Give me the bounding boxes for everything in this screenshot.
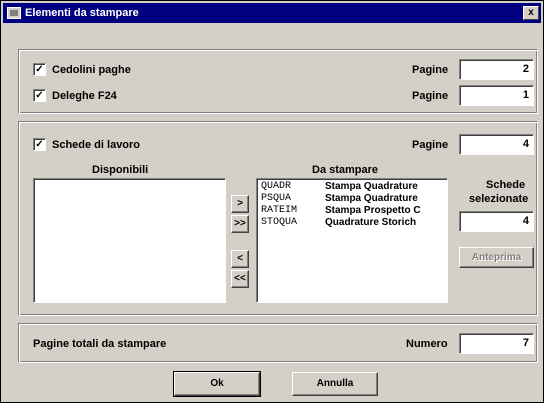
list-item[interactable]: RATEIM Stampa Prospetto C [261, 205, 447, 217]
selected-label-line1: Schede [486, 179, 526, 191]
selected-count-field: 4 [459, 211, 534, 232]
group-payroll: ✓ Cedolini paghe Pagine 2 ✓ Deleghe F24 … [18, 49, 538, 114]
f24-label: Deleghe F24 [52, 90, 117, 102]
add-button[interactable]: > [231, 195, 249, 213]
f24-pages-label: Pagine [412, 90, 449, 102]
print-elements-dialog: Elementi da stampare x ✓ Cedolini paghe … [0, 0, 544, 403]
ok-button[interactable]: Ok [173, 371, 261, 397]
worksheets-pages-field[interactable]: 4 [459, 134, 534, 155]
selected-label-line2: selezionate [469, 193, 529, 205]
available-list[interactable] [33, 178, 226, 303]
title-bar: Elementi da stampare x [3, 3, 541, 23]
to-print-title: Da stampare [312, 164, 379, 176]
f24-pages-field[interactable]: 1 [459, 85, 534, 106]
preview-button[interactable]: Anteprima [459, 247, 534, 268]
total-pages-label: Pagine totali da stampare [33, 338, 167, 350]
f24-checkbox[interactable]: ✓ [33, 89, 46, 102]
list-item[interactable]: PSQUA Stampa Quadrature [261, 193, 447, 205]
payslips-pages-label: Pagine [412, 64, 449, 76]
cancel-button[interactable]: Annulla [292, 372, 378, 396]
close-button[interactable]: x [523, 6, 539, 20]
worksheets-checkbox[interactable]: ✓ [33, 138, 46, 151]
app-icon [7, 7, 21, 19]
worksheets-pages-label: Pagine [412, 139, 449, 151]
remove-all-button[interactable]: << [231, 270, 249, 288]
list-item[interactable]: QUADR Stampa Quadrature [261, 181, 447, 193]
add-all-button[interactable]: >> [231, 215, 249, 233]
available-title: Disponibili [92, 164, 149, 176]
group-total: Pagine totali da stampare Numero 7 [18, 323, 538, 363]
group-worksheets: ✓ Schede di lavoro Pagine 4 Disponibili … [18, 121, 538, 316]
payslips-pages-field[interactable]: 2 [459, 59, 534, 80]
to-print-list[interactable]: QUADR Stampa Quadrature PSQUA Stampa Qua… [256, 178, 448, 303]
payslips-label: Cedolini paghe [52, 64, 131, 76]
remove-button[interactable]: < [231, 250, 249, 268]
worksheets-label: Schede di lavoro [52, 139, 141, 151]
total-number-field: 7 [459, 333, 534, 354]
total-number-label: Numero [406, 338, 448, 350]
payslips-checkbox[interactable]: ✓ [33, 63, 46, 76]
window-title: Elementi da stampare [25, 7, 139, 19]
list-item[interactable]: STOQUA Quadrature Storich [261, 217, 447, 229]
